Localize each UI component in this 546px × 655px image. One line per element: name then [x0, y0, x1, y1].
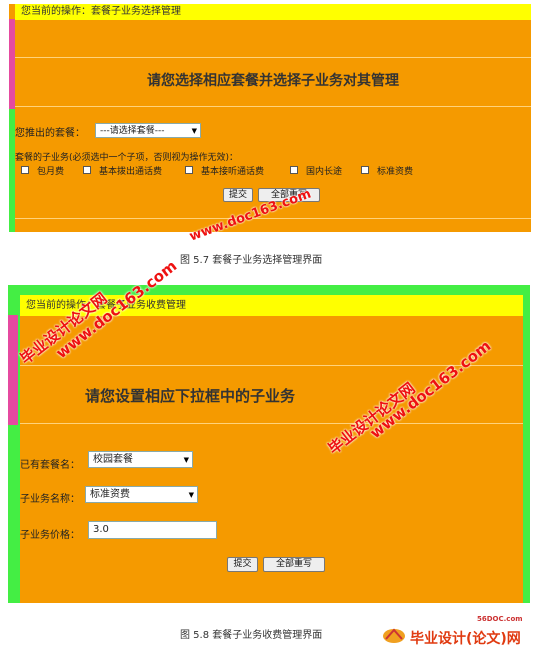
subservice-name-label: 子业务名称： [20, 494, 80, 505]
subservice-price-label: 子业务价格： [20, 530, 80, 541]
checkbox-standard[interactable] [361, 166, 369, 174]
reset-button[interactable]: 全部重写 [263, 557, 325, 572]
subservice-name-select[interactable]: 标准资费 [85, 486, 198, 503]
screenshot-1: 您当前的操作：套餐子业务选择管理 请您选择相应套餐并选择子业务对其管理 您推出的… [9, 4, 531, 232]
existing-package-label: 已有套餐名： [20, 460, 80, 471]
figure-caption-1: 图 5.7 套餐子业务选择管理界面 [180, 255, 323, 266]
frame-right [523, 285, 530, 603]
footer-watermark-small: 56DOC.com [477, 615, 523, 623]
footer-watermark-brand: 毕业设计(论文)网 [410, 631, 521, 647]
package-label: 您推出的套餐： [15, 128, 85, 139]
divider [20, 423, 530, 424]
footer-logo-icon [382, 627, 406, 645]
submit-button[interactable]: 提交 [227, 557, 258, 572]
checkbox-incoming[interactable] [185, 166, 193, 174]
frame-top [8, 285, 530, 295]
sidebar-top [9, 19, 15, 109]
divider [15, 57, 531, 58]
sidebar-top [8, 315, 18, 425]
checkbox-monthly[interactable] [21, 166, 29, 174]
breadcrumb: 您当前的操作：套餐子业务选择管理 [15, 4, 531, 20]
divider [15, 218, 531, 219]
checkbox-outgoing[interactable] [83, 166, 91, 174]
checkbox-domestic-ld[interactable] [290, 166, 298, 174]
subservice-label: 套餐的子业务(必须选中一个子项，否则视为操作无效)： [15, 153, 239, 163]
checkbox-label: 国内长途 [306, 167, 343, 177]
subservice-price-input[interactable]: 3.0 [88, 521, 217, 539]
checkbox-label: 基本接听通话费 [201, 167, 265, 177]
page-title: 请您设置相应下拉框中的子业务 [84, 387, 295, 405]
checkbox-label: 标准资费 [377, 167, 414, 177]
figure-caption-2: 图 5.8 套餐子业务收费管理界面 [180, 630, 323, 641]
checkbox-label: 基本拨出通话费 [99, 167, 163, 177]
package-select[interactable]: ---请选择套餐--- [95, 123, 201, 138]
existing-package-select[interactable]: 校园套餐 [88, 451, 193, 468]
submit-button[interactable]: 提交 [223, 188, 253, 202]
page-title: 请您选择相应套餐并选择子业务对其管理 [147, 73, 399, 89]
checkbox-label: 包月费 [37, 167, 65, 177]
divider [15, 106, 531, 107]
